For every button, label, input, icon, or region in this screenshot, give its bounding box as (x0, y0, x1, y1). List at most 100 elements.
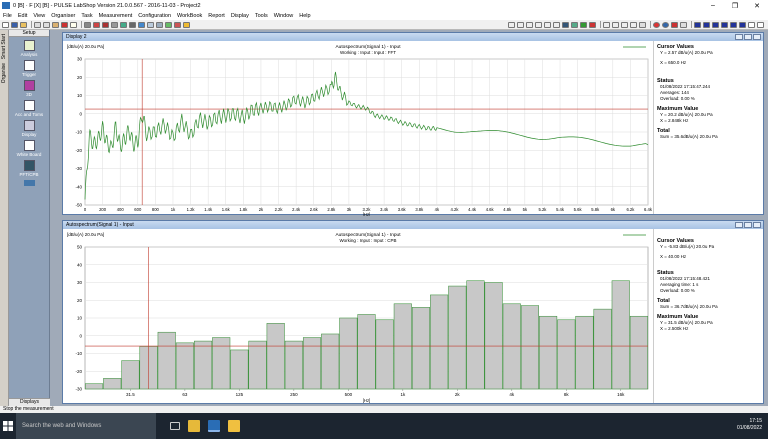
window-minimize-button[interactable] (735, 222, 743, 228)
system-tray[interactable]: 17:15 01/08/2022 (737, 418, 762, 432)
zoom-tool-icon[interactable] (517, 21, 524, 28)
window-maximize-button[interactable] (744, 34, 752, 40)
menu-file[interactable]: File (3, 13, 12, 19)
pause-icon[interactable] (183, 21, 190, 28)
folder-icon[interactable] (228, 420, 240, 432)
maximize-button[interactable]: ❐ (724, 0, 746, 11)
trigger-button[interactable]: Trigger (9, 60, 49, 77)
acc-toms-button[interactable]: Acc and Toms (9, 100, 49, 117)
display-2-window[interactable]: Display 2 [dB/u(A) 20.0u Pa] Autospectrum… (62, 32, 764, 217)
display-save-icon[interactable] (562, 21, 569, 28)
display-copy-icon[interactable] (571, 21, 578, 28)
fft-x-tick-label: 400 (117, 207, 125, 212)
window-close-button[interactable] (753, 34, 761, 40)
peak-icon[interactable] (621, 21, 628, 28)
menu-organiser[interactable]: Organiser (51, 13, 75, 19)
new-icon[interactable] (2, 21, 9, 28)
layout-1-icon[interactable] (694, 21, 701, 28)
layout-3-icon[interactable] (712, 21, 719, 28)
smart-start-tab[interactable]: Smart Start (1, 34, 7, 59)
cpb-bar (284, 340, 303, 390)
grid-icon[interactable] (156, 21, 163, 28)
taskbar-search-box[interactable]: Search the web and Windows (16, 413, 156, 439)
cpb-chart[interactable]: [dB/u(A) 20.0u Pa] Autospectrum(Signal 1)… (63, 229, 655, 405)
menu-report[interactable]: Report (208, 13, 225, 19)
menu-help[interactable]: Help (299, 13, 310, 19)
layout-6-icon[interactable] (739, 21, 746, 28)
menu-window[interactable]: Window (274, 13, 294, 19)
paste-icon[interactable] (52, 21, 59, 28)
fft-cpb-button[interactable]: PFT/CPB (9, 160, 49, 177)
window-list-icon[interactable] (757, 21, 764, 28)
cpb-x-tick-label: 8k (564, 392, 570, 397)
help-icon[interactable] (70, 21, 77, 28)
cpb-window[interactable]: Autospectrum(Signal 1) - Input [dB/u(A) … (62, 220, 764, 404)
layout-4-icon[interactable] (721, 21, 728, 28)
explorer-icon[interactable] (188, 420, 200, 432)
menu-edit[interactable]: Edit (18, 13, 27, 19)
delta-cursor-icon[interactable] (535, 21, 542, 28)
menu-measurement[interactable]: Measurement (99, 13, 133, 19)
windows-start-button[interactable] (0, 413, 16, 439)
open-icon[interactable] (20, 21, 27, 28)
table-icon[interactable] (147, 21, 154, 28)
display-button[interactable]: Display (9, 120, 49, 137)
3d-button[interactable]: 3D (9, 80, 49, 97)
pulse-labshop-taskbar-icon[interactable] (208, 420, 220, 432)
close-button[interactable]: ✕ (746, 0, 768, 11)
menu-view[interactable]: View (33, 13, 45, 19)
cpb-title-bar[interactable]: Autospectrum(Signal 1) - Input (63, 221, 763, 229)
window-maximize-button[interactable] (744, 222, 752, 228)
layout-icon[interactable] (680, 21, 687, 28)
band-cursor-icon[interactable] (544, 21, 551, 28)
copy-icon[interactable] (43, 21, 50, 28)
window-minimize-button[interactable] (735, 34, 743, 40)
waveform-button[interactable] (9, 180, 49, 186)
globe-icon[interactable] (662, 21, 669, 28)
valley-icon[interactable] (630, 21, 637, 28)
save-icon[interactable] (11, 21, 18, 28)
menu-workbook[interactable]: WorkBook (177, 13, 202, 19)
cpb-plot-area[interactable]: [dB/u(A) 20.0u Pa] Autospectrum(Signal 1)… (63, 229, 655, 403)
cursor-tool-icon[interactable] (508, 21, 515, 28)
record-icon[interactable] (102, 21, 109, 28)
task-view-icon[interactable] (170, 422, 180, 430)
organise-tab[interactable]: Organise (1, 63, 7, 83)
menu-configuration[interactable]: Configuration (138, 13, 171, 19)
camera-icon[interactable] (129, 21, 136, 28)
delete-icon[interactable] (61, 21, 68, 28)
status-overload: Overload: 0.00 % (660, 96, 695, 101)
axis-icon[interactable] (553, 21, 560, 28)
record-red-icon[interactable] (653, 21, 660, 28)
text-cursor-icon[interactable] (748, 21, 755, 28)
layout-2-icon[interactable] (703, 21, 710, 28)
report-icon[interactable] (138, 21, 145, 28)
properties-icon[interactable] (639, 21, 646, 28)
displays-footer[interactable]: Displays (9, 398, 50, 406)
fft-x-tick-label: 2.4k (292, 207, 301, 212)
fft-plot-area[interactable]: [dB/u(A) 20.0u Pa] Autospectrum(Signal 1)… (63, 41, 655, 217)
print-icon[interactable] (111, 21, 118, 28)
harmonic-cursor-icon[interactable] (526, 21, 533, 28)
measure-icon[interactable] (93, 21, 100, 28)
marker-icon[interactable] (671, 21, 678, 28)
menu-display[interactable]: Display (231, 13, 249, 19)
stop-icon[interactable] (174, 21, 181, 28)
cursor-right-icon[interactable] (612, 21, 619, 28)
start-icon[interactable] (165, 21, 172, 28)
menu-tools[interactable]: Tools (255, 13, 268, 19)
window-close-button[interactable] (753, 222, 761, 228)
cursor-left-icon[interactable] (603, 21, 610, 28)
layout-5-icon[interactable] (730, 21, 737, 28)
menu-task[interactable]: Task (81, 13, 92, 19)
minimize-button[interactable]: – (702, 0, 724, 11)
white-board-button[interactable]: White Board (9, 140, 49, 157)
chart-icon[interactable] (120, 21, 127, 28)
fft-chart[interactable]: [dB/u(A) 20.0u Pa] Autospectrum(Signal 1)… (63, 41, 655, 217)
display-2-title-bar[interactable]: Display 2 (63, 33, 763, 41)
display-red-icon[interactable] (589, 21, 596, 28)
workbook-icon[interactable] (84, 21, 91, 28)
analysis-button[interactable]: Analysis (9, 40, 49, 57)
display-green-icon[interactable] (580, 21, 587, 28)
cut-icon[interactable] (34, 21, 41, 28)
